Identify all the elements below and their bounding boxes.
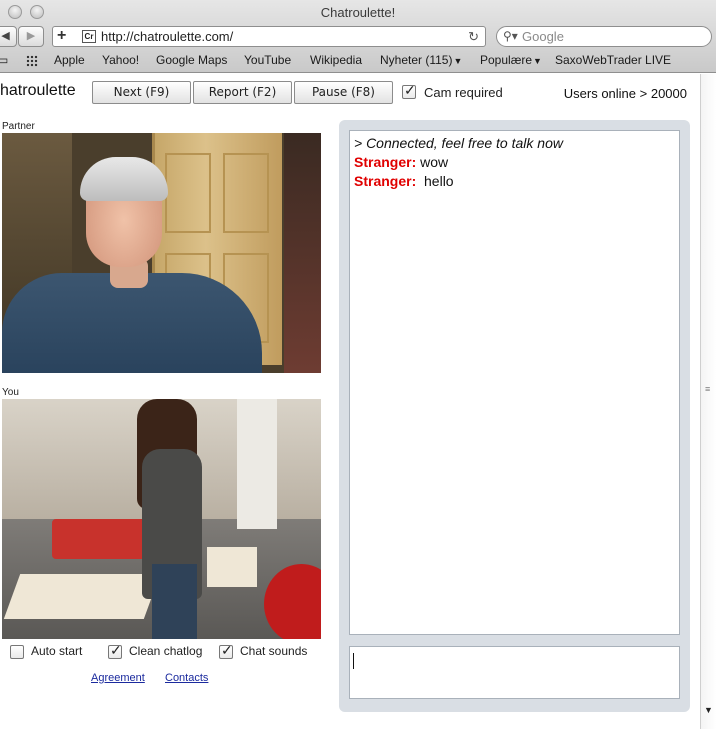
bookmark-yahoo[interactable]: Yahoo! [102, 53, 139, 67]
bookmark-nyheter-label: Nyheter (115) [380, 53, 453, 67]
checkmark-icon: ✓ [221, 642, 233, 658]
chat-message: Stranger: wow [354, 153, 675, 172]
bookmark-google-maps[interactable]: Google Maps [156, 53, 227, 67]
chat-sounds-label: Chat sounds [240, 644, 308, 658]
bookmark-wikipedia[interactable]: Wikipedia [310, 53, 362, 67]
back-button[interactable]: ◀ [0, 26, 17, 47]
url-bar[interactable]: + Cr http://chatroulette.com/ ↻ [52, 26, 486, 47]
you-label: You [2, 387, 19, 398]
checkmark-icon: ✓ [110, 642, 122, 658]
forward-button[interactable]: ▶ [18, 26, 44, 47]
clean-chatlog-label: Clean chatlog [129, 644, 203, 658]
self-video [2, 399, 321, 639]
bookmarks-book-icon[interactable]: ▭ [0, 53, 8, 67]
site-favicon: Cr [82, 30, 96, 43]
forward-arrow-icon: ▶ [26, 30, 36, 42]
chat-speaker: Stranger: [354, 154, 417, 170]
bookmark-populaere-label: Populære [480, 53, 533, 67]
browser-chrome: Chatroulette! ◀ ▶ + Cr http://chatroulet… [0, 0, 716, 73]
chat-message-text: wow [420, 154, 449, 170]
site-logo: hatroulette [0, 82, 76, 99]
agreement-link[interactable]: Agreement [91, 672, 145, 684]
chat-speaker: Stranger: [354, 173, 417, 189]
chat-message-text: hello [420, 173, 454, 189]
scroll-down-arrow-icon[interactable]: ▼ [704, 705, 713, 715]
chevron-down-icon: ▼ [533, 56, 542, 66]
chat-message: Stranger: hello [354, 172, 675, 191]
next-button[interactable]: Next (F9) [92, 81, 191, 104]
contacts-link[interactable]: Contacts [165, 672, 208, 684]
bookmarks-bar: ▭ Apple Yahoo! Google Maps YouTube Wikip… [0, 51, 716, 72]
back-arrow-icon: ◀ [1, 30, 10, 42]
search-icon: ⚲▾ [503, 29, 518, 43]
bookmark-apple[interactable]: Apple [54, 53, 85, 67]
window-title: Chatroulette! [320, 5, 396, 20]
pause-button[interactable]: Pause (F8) [294, 81, 393, 104]
auto-start-label: Auto start [31, 644, 83, 658]
bookmark-youtube[interactable]: YouTube [244, 53, 291, 67]
cam-required-label: Cam required [424, 85, 503, 100]
scroll-grip-icon[interactable]: ≡ [705, 384, 710, 394]
bookmark-saxowebtrader[interactable]: SaxoWebTrader LIVE [555, 53, 671, 67]
page-content: hatroulette Next (F9) Report (F2) Pause … [0, 74, 700, 729]
checkmark-icon: ✓ [404, 82, 416, 98]
chat-log[interactable]: > Connected, feel free to talk now Stran… [349, 130, 680, 635]
grid-icon[interactable] [26, 55, 38, 67]
partner-video [2, 133, 321, 373]
users-online-count: Users online > 20000 [563, 86, 687, 101]
cam-required-checkbox[interactable]: ✓ [402, 82, 416, 99]
chat-sounds-checkbox[interactable]: ✓ [219, 642, 233, 659]
plus-icon[interactable]: + [57, 26, 66, 45]
clean-chatlog-checkbox[interactable]: ✓ [108, 642, 122, 659]
partner-label: Partner [2, 121, 35, 132]
auto-start-checkbox[interactable] [10, 645, 24, 659]
chevron-down-icon: ▼ [453, 56, 463, 66]
title-bar: Chatroulette! [0, 0, 716, 25]
chat-input[interactable] [349, 646, 680, 699]
reload-icon[interactable]: ↻ [468, 27, 479, 46]
search-placeholder: Google [522, 29, 564, 44]
report-button[interactable]: Report (F2) [193, 81, 292, 104]
url-text[interactable]: http://chatroulette.com/ [101, 27, 233, 46]
text-caret [353, 653, 354, 669]
chat-panel: > Connected, feel free to talk now Stran… [339, 120, 690, 712]
chat-status-message: > Connected, feel free to talk now [354, 135, 563, 151]
bookmark-nyheter[interactable]: Nyheter (115)▼ [380, 53, 462, 67]
browser-toolbar: ◀ ▶ + Cr http://chatroulette.com/ ↻ ⚲▾ G… [0, 25, 716, 49]
search-input[interactable]: ⚲▾ Google [496, 26, 712, 47]
page-scrollbar[interactable]: ≡ ▼ [700, 74, 716, 729]
bookmark-populaere[interactable]: Populære▼ [480, 53, 542, 67]
